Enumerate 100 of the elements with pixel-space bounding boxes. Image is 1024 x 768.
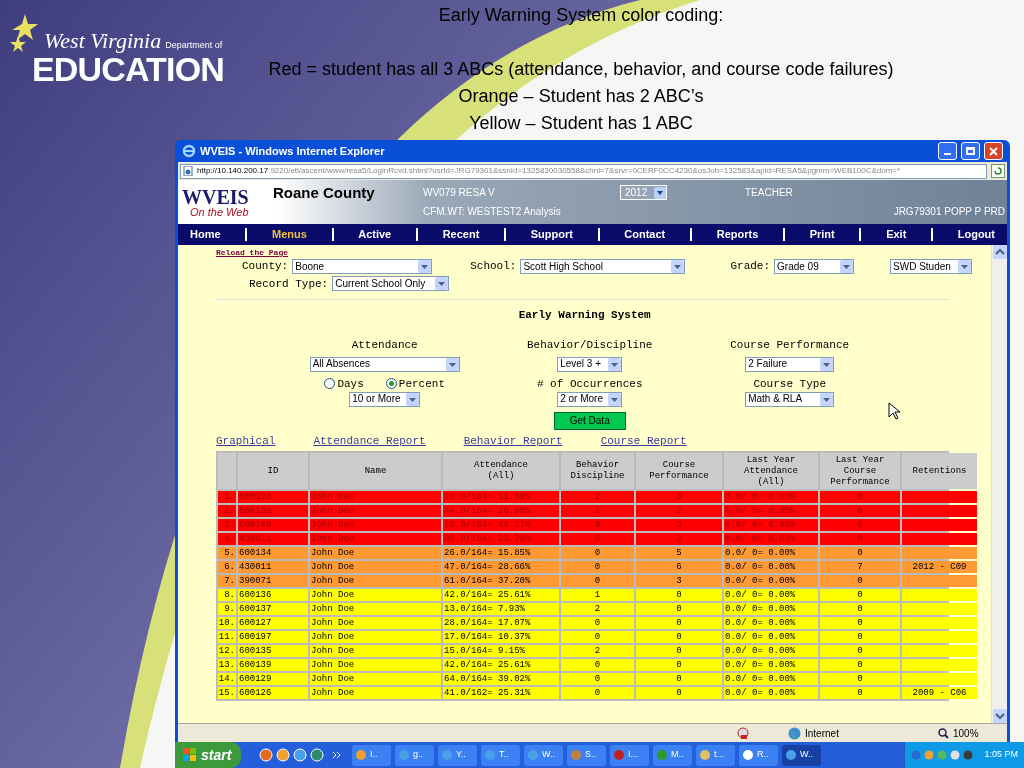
taskbar-button[interactable]: T.. — [481, 744, 520, 766]
radio-option[interactable]: Days — [324, 376, 364, 391]
dropdown[interactable]: 2 Failure — [745, 356, 835, 372]
table-cell: 8. — [218, 589, 236, 601]
field-label: School: — [470, 259, 517, 274]
table-cell: 3 — [636, 575, 722, 587]
address-field[interactable]: http://10.140.200.17:9220/etl/ascent/www/resa5/LoginRcvd.shtml?usrId=JRG79301&ssnId=1325830030558&chnl=7&srvr=0CERF0CC4230&osJob=132583&apid=RESA5&pgmm=WEB100C&dom=* — [180, 163, 987, 179]
table-cell: John Doe — [310, 673, 441, 685]
reload-link[interactable]: Reload the Page — [216, 248, 288, 257]
table-cell: 600139 — [238, 659, 308, 671]
nav-link[interactable]: Support — [530, 226, 573, 243]
site-logo: WVEIS — [182, 186, 250, 207]
dropdown[interactable]: Math & RLA — [745, 391, 835, 407]
table-cell: John Doe — [310, 687, 441, 699]
dropdown[interactable]: All Absences — [309, 356, 460, 372]
close-button[interactable] — [984, 142, 1003, 160]
globe-icon — [788, 726, 801, 740]
radio-option[interactable]: Percent — [385, 376, 445, 391]
window-title: WVEIS - Windows Internet Explorer — [200, 143, 386, 159]
browser-icon — [182, 144, 196, 158]
dropdown[interactable]: Level 3 + — [557, 356, 623, 372]
scroll-down-icon — [992, 709, 1007, 723]
dropdown[interactable]: Current School Only — [332, 276, 450, 292]
taskbar-button[interactable]: g.. — [395, 744, 434, 766]
app-icon — [570, 749, 582, 761]
dropdown[interactable]: Scott High School — [520, 258, 686, 274]
scrollbar[interactable] — [991, 245, 1007, 723]
close-icon — [989, 146, 998, 156]
app-icon — [527, 749, 539, 761]
taskbar-button[interactable]: R.. — [739, 744, 778, 766]
more-icon — [332, 750, 342, 760]
column-header: Last Year Course Performance — [820, 453, 900, 489]
scroll-up-icon — [992, 245, 1007, 259]
table-cell: 44.0/164= 26.83% — [443, 505, 559, 517]
nav-link[interactable]: Contact — [624, 226, 666, 243]
table-cell: 2012 - C09 — [902, 561, 977, 573]
user-label: JRG79301 POPP P PRD — [893, 205, 1005, 219]
minimize-icon — [944, 153, 951, 155]
nav-link[interactable]: Recent — [442, 226, 480, 243]
report-link[interactable]: Attendance Report — [313, 432, 426, 449]
taskbar-button[interactable]: W.. — [782, 744, 821, 766]
tray-icon — [950, 750, 961, 760]
dropdown[interactable]: SWD Studen — [890, 258, 973, 274]
dropdown[interactable]: 2 or More — [557, 391, 623, 407]
column-heading: # of Occurrences — [536, 376, 643, 391]
report-link[interactable]: Behavior Report — [463, 432, 563, 449]
taskbar-button[interactable]: t... — [696, 744, 735, 766]
table-cell: 1. — [218, 491, 236, 503]
table-cell: 0.0/ 0= 0.00% — [724, 645, 818, 657]
legend-text: Orange – Student has 2 ABC’s — [458, 85, 704, 108]
nav-link[interactable]: Logout — [957, 226, 995, 243]
field-label: County: — [242, 259, 289, 274]
column-header: Name — [310, 453, 441, 489]
start-button[interactable]: start — [175, 742, 241, 768]
taskbar-button[interactable]: S.. — [567, 744, 606, 766]
nav-link[interactable]: Home — [190, 226, 221, 243]
table-cell: 17.0/164= 10.37% — [443, 631, 559, 643]
taskbar-button[interactable]: W.. — [524, 744, 563, 766]
nav-link[interactable]: Menus — [271, 226, 307, 243]
table-cell: 0 — [820, 491, 900, 503]
table-cell: 600134 — [238, 547, 308, 559]
table-cell: 0 — [636, 645, 722, 657]
table-cell: John Doe — [310, 561, 441, 573]
taskbar-button[interactable]: Y.. — [438, 744, 477, 766]
dropdown[interactable]: Grade 09 — [774, 258, 855, 274]
column-header: Attendance (All) — [443, 453, 559, 489]
dropdown[interactable]: 10 or More — [349, 391, 421, 407]
taskbar-button[interactable]: M.. — [653, 744, 692, 766]
table-cell: 5 — [561, 533, 634, 545]
nav-link[interactable]: Exit — [886, 226, 907, 243]
table-cell: 42.0/164= 25.61% — [443, 659, 559, 671]
nav-link[interactable]: Print — [809, 226, 835, 243]
app-icon — [310, 748, 324, 762]
report-link[interactable]: Course Report — [600, 432, 687, 449]
table-cell: 0 — [820, 589, 900, 601]
table-cell: 3 — [636, 491, 722, 503]
dropdown[interactable]: Boone — [292, 258, 433, 274]
nav-link[interactable]: Reports — [716, 226, 759, 243]
table-cell: 0 — [820, 687, 900, 699]
nav-link[interactable]: Active — [358, 226, 392, 243]
zoom-control[interactable]: 100% — [938, 725, 979, 741]
stars-icon — [10, 14, 40, 52]
get-data-button[interactable]: Get Data — [553, 411, 626, 430]
column-header: ID — [238, 453, 308, 489]
maximize-button[interactable] — [961, 142, 980, 160]
taskbar-button[interactable]: I... — [610, 744, 649, 766]
table-cell: John Doe — [310, 533, 441, 545]
minimize-button[interactable] — [938, 142, 957, 160]
table-cell: John Doe — [310, 617, 441, 629]
refresh-icon — [991, 164, 1005, 178]
column-header: Retentions — [902, 453, 977, 489]
table-cell: 0.0/ 0= 0.00% — [724, 673, 818, 685]
table-cell: 600197 — [238, 631, 308, 643]
taskbar-button[interactable]: I.. — [352, 744, 391, 766]
table-cell: 0 — [561, 659, 634, 671]
report-link[interactable]: Graphical — [216, 432, 276, 449]
table-cell: John Doe — [310, 589, 441, 601]
column-heading: Behavior/Discipline — [526, 337, 653, 352]
table-cell: 0.0/ 0= 0.00% — [724, 533, 818, 545]
table-cell: John Doe — [310, 519, 441, 531]
